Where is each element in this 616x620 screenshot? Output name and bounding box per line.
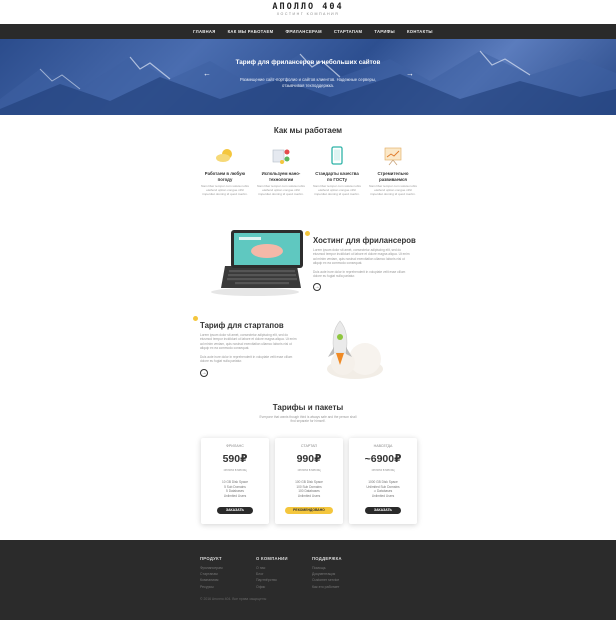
feature-item: Стандарты качества по ГОСТу Nam liber te… xyxy=(313,145,361,197)
freelancers-text-2: Duis aute irure dolor in reprehenderit i… xyxy=(313,270,406,279)
footer-link[interactable]: Customer service xyxy=(312,577,342,583)
phone-standard-icon xyxy=(326,145,348,167)
footer: ПРОДУКТ Фрилансерам Стартапам Компаниям … xyxy=(0,540,616,620)
nav-how-we-work[interactable]: КАК МЫ РАБОТАЕМ xyxy=(228,29,274,34)
feature-item: Стремительно развиваемся Nam liber tempo… xyxy=(369,145,417,197)
freelancers-more-button[interactable]: → xyxy=(313,283,321,291)
feature-text: Nam liber tempor cum soluta nobis eleife… xyxy=(369,184,417,197)
feature-text: Nam liber tempor cum soluta nobis eleife… xyxy=(313,184,361,197)
hero-next-arrow[interactable]: → xyxy=(405,69,415,79)
feature-text: Nam liber tempor cum soluta nobis eleife… xyxy=(201,184,249,197)
plan-period: оплата в месяц xyxy=(223,468,247,472)
footer-link[interactable]: Ресурсы xyxy=(200,584,222,590)
footer-col-title: ПОДДЕРЖКА xyxy=(312,556,342,561)
hero-subtitle: Размещение сайт-портфолио и сайтов клиен… xyxy=(239,77,377,88)
plan-card-startup: СТАРТАП 990₽ оплата в месяц 100 GB Disk … xyxy=(275,438,343,524)
plan-period: оплата в месяц xyxy=(371,468,395,472)
plan-price: 990₽ xyxy=(296,453,322,465)
hero-title: Тариф для фрилансеров и небольших сайтов xyxy=(235,59,381,66)
order-button[interactable]: ЗАКАЗАТЬ xyxy=(217,507,253,514)
plan-card-forever: НАВСЕГДА ~6900₽ оплата в месяц 1000 GB D… xyxy=(349,438,417,524)
plan-price: 590₽ xyxy=(222,453,248,465)
feature-title: Стандарты качества по ГОСТу xyxy=(315,171,359,182)
sun-cloud-icon xyxy=(214,145,236,167)
order-button[interactable]: ЗАКАЗАТЬ xyxy=(365,507,401,514)
feature-item: Используем нано-технологии Nam liber tem… xyxy=(257,145,305,197)
header: АПОЛЛО 404 ХОСТИНГ КОМПАНИЯ xyxy=(0,0,616,24)
pricing-title: Тарифы и пакеты xyxy=(272,403,344,412)
feature-title: Работаем в любую погоду xyxy=(204,171,246,182)
plan-name: ФРИЛАНС xyxy=(226,444,244,448)
hero-slider: ← → Тариф для фрилансеров и небольших са… xyxy=(0,39,616,115)
freelancers-title: Хостинг для фрилансеров xyxy=(313,236,416,245)
plan-feature: Unlimited Users xyxy=(371,493,395,498)
startups-text-2: Duis aute irure dolor in reprehenderit i… xyxy=(200,355,293,364)
plan-period: оплата в месяц xyxy=(297,468,321,472)
feature-title: Стремительно развиваемся xyxy=(377,171,409,182)
footer-col-product: ПРОДУКТ Фрилансерам Стартапам Компаниям … xyxy=(200,556,222,590)
footer-col-company: О КОМПАНИИ О нас Блог Партнёрство Офис xyxy=(256,556,288,590)
startups-more-button[interactable]: → xyxy=(200,369,208,377)
plan-price: ~6900₽ xyxy=(364,453,402,465)
nano-tech-icon xyxy=(270,145,292,167)
logo-tagline: ХОСТИНГ КОМПАНИЯ xyxy=(276,12,340,16)
plan-card-freelance: ФРИЛАНС 590₽ оплата в месяц 10 GB Disk S… xyxy=(201,438,269,524)
tablet-keyboard-image xyxy=(211,230,303,296)
logo[interactable]: АПОЛЛО 404 xyxy=(0,2,616,12)
pricing-description: Everyone that wants though third is alwa… xyxy=(259,415,357,424)
accent-dot xyxy=(193,316,198,321)
growth-board-icon xyxy=(382,145,404,167)
plan-name: СТАРТАП xyxy=(300,444,318,448)
footer-col-title: О КОМПАНИИ xyxy=(256,556,288,561)
rocket-cloud-image xyxy=(327,320,383,379)
footer-col-support: ПОДДЕРЖКА Помощь Документация Customer s… xyxy=(312,556,342,590)
feature-text: Nam liber tempor cum soluta nobis eleife… xyxy=(257,184,305,197)
how-we-work-title: Как мы работаем xyxy=(273,126,343,135)
nav-home[interactable]: ГЛАВНАЯ xyxy=(193,29,215,34)
footer-link[interactable]: Как это работает xyxy=(312,584,342,590)
freelancers-text: Lorem ipsum dolor sit amet, consectetur … xyxy=(313,248,410,266)
footer-link[interactable]: Офис xyxy=(256,584,288,590)
main-nav: ГЛАВНАЯ КАК МЫ РАБОТАЕМ ФРИЛАНСЕРАМ СТАР… xyxy=(0,24,616,39)
hero-prev-arrow[interactable]: ← xyxy=(202,69,212,79)
plan-name: НАВСЕГДА xyxy=(373,444,393,448)
startups-title: Тариф для стартапов xyxy=(200,321,284,330)
startups-text: Lorem ipsum dolor sit amet, consectetur … xyxy=(200,333,297,351)
footer-col-title: ПРОДУКТ xyxy=(200,556,222,561)
feature-title: Используем нано-технологии xyxy=(261,171,301,182)
nav-contacts[interactable]: КОНТАКТЫ xyxy=(407,29,433,34)
plan-feature: Unlimited Users xyxy=(297,493,321,498)
feature-item: Работаем в любую погоду Nam liber tempor… xyxy=(201,145,249,197)
accent-dot xyxy=(305,231,310,236)
copyright: © 2016 Аполло 404. Все права защищены xyxy=(200,597,267,601)
recommended-button[interactable]: РЕКОМЕНДОВАНО xyxy=(285,507,333,514)
nav-startups[interactable]: СТАРТАПАМ xyxy=(334,29,362,34)
nav-freelancers[interactable]: ФРИЛАНСЕРАМ xyxy=(285,29,321,34)
nav-pricing[interactable]: ТАРИФЫ xyxy=(374,29,395,34)
plan-feature: Unlimited Users xyxy=(223,493,247,498)
